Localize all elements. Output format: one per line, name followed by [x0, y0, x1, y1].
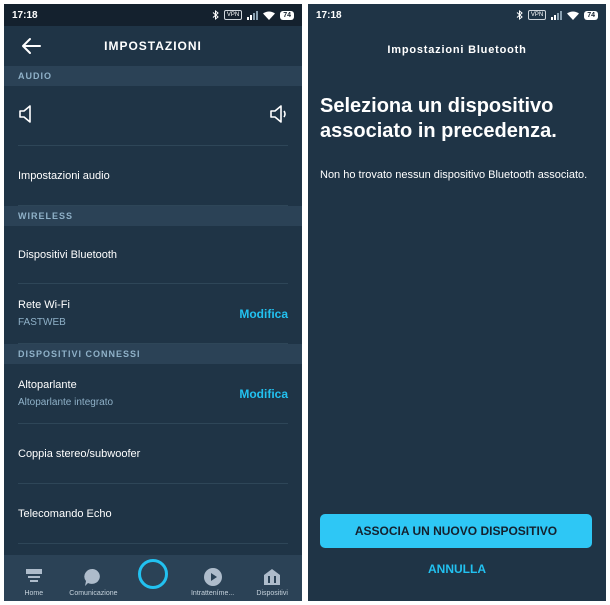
- page-title: Impostazioni Bluetooth: [387, 44, 527, 56]
- status-bar: 17:18 VPN 74: [4, 4, 302, 26]
- speaker-label: Altoparlante: [18, 379, 77, 391]
- bluetooth-icon: [212, 10, 219, 20]
- home-icon: [25, 569, 42, 582]
- bluetooth-settings-screen: 17:18 VPN 74 Impostazioni Bluetooth Sele…: [308, 4, 606, 601]
- vpn-badge: VPN: [223, 10, 243, 20]
- nav-devices-label: Dispositivi: [256, 590, 288, 597]
- nav-entertainment[interactable]: Intratteníme...: [184, 567, 242, 597]
- signal-icon: [247, 10, 259, 20]
- bluetooth-icon: [516, 10, 523, 20]
- echo-remote-item[interactable]: Telecomando Echo: [18, 484, 288, 544]
- volume-low-icon: [19, 105, 31, 123]
- settings-screen: 17:18 VPN 74 IMPOSTAZIONI AUDIO Impostaz…: [4, 4, 302, 601]
- instruction-heading: Seleziona un dispositivo associato in pr…: [320, 95, 557, 142]
- speaker-modify-link[interactable]: Modifica: [239, 387, 288, 401]
- audio-settings-label: Impostazioni audio: [18, 169, 110, 182]
- battery-level: 74: [280, 10, 294, 20]
- section-header-audio: AUDIO: [4, 66, 302, 86]
- devices-icon: [264, 569, 281, 585]
- wifi-label: Rete Wi-Fi: [18, 299, 70, 311]
- nav-home[interactable]: Home: [5, 567, 63, 597]
- alexa-icon: [137, 559, 168, 589]
- nav-home-label: Home: [24, 590, 44, 597]
- nav-alexa[interactable]: [124, 559, 182, 597]
- vpn-badge: VPN: [527, 10, 547, 20]
- no-device-message: Non ho trovato nessun dispositivo Blueto…: [320, 169, 588, 181]
- audio-settings-item[interactable]: Impostazioni audio: [18, 146, 288, 206]
- bluetooth-devices-item[interactable]: Dispositivi Bluetooth: [18, 226, 288, 284]
- status-time: 17:18: [316, 9, 342, 21]
- nav-communication[interactable]: Comunicazione: [64, 567, 122, 597]
- echo-remote-label: Telecomando Echo: [18, 507, 112, 520]
- section-header-wireless: WIRELESS: [4, 206, 302, 226]
- volume-slider[interactable]: [18, 86, 288, 146]
- play-icon: [203, 568, 222, 586]
- nav-communication-label: Comunicazione: [69, 590, 118, 597]
- chat-bubble-icon: [84, 568, 101, 586]
- wifi-network-item[interactable]: Rete Wi-Fi FASTWEB Modifica: [18, 284, 288, 344]
- status-time: 17:18: [12, 9, 38, 21]
- battery-level: 74: [584, 10, 598, 20]
- wifi-icon: [567, 11, 580, 20]
- top-bar: IMPOSTAZIONI: [4, 26, 302, 66]
- signal-icon: [551, 10, 563, 20]
- pair-new-device-button[interactable]: ASSOCIA UN NUOVO DISPOSITIVO: [320, 514, 592, 548]
- section-header-connected-devices: DISPOSITIVI CONNESSI: [4, 344, 302, 364]
- wifi-icon: [263, 11, 276, 20]
- volume-high-icon: [270, 105, 286, 123]
- back-arrow-icon[interactable]: [20, 36, 42, 56]
- speaker-value: Altoparlante integrato: [18, 397, 114, 408]
- page-title: IMPOSTAZIONI: [104, 39, 202, 53]
- bluetooth-devices-label: Dispositivi Bluetooth: [18, 248, 118, 261]
- stereo-pair-label: Coppia stereo/subwoofer: [18, 447, 141, 460]
- nav-devices[interactable]: Dispositivi: [243, 567, 301, 597]
- wifi-modify-link[interactable]: Modifica: [239, 307, 288, 321]
- speaker-item[interactable]: Altoparlante Altoparlante integrato Modi…: [18, 364, 288, 424]
- status-bar: 17:18 VPN 74: [308, 4, 606, 26]
- stereo-pair-item[interactable]: Coppia stereo/subwoofer: [18, 424, 288, 484]
- cancel-button[interactable]: ANNULLA: [308, 562, 606, 576]
- wifi-network-name: FASTWEB: [18, 317, 66, 328]
- nav-entertainment-label: Intratteníme...: [190, 590, 235, 597]
- bottom-navigation: Home Comunicazione Intratteníme... Dispo…: [4, 555, 302, 601]
